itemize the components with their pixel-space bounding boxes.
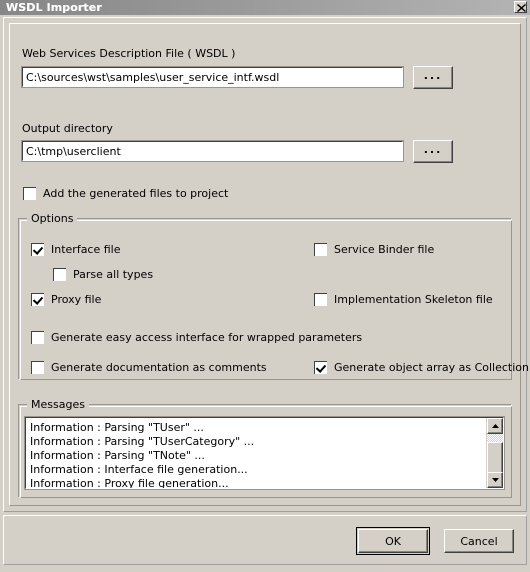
wsdl-browse-button[interactable]: ... <box>413 66 453 89</box>
log-line: Information : Parsing "TUserCategory" ..… <box>30 435 255 448</box>
checkbox-parse-all-types[interactable]: Parse all types <box>52 267 154 282</box>
checkbox-add-to-project[interactable]: Add the generated files to project <box>22 186 229 201</box>
ok-button[interactable]: OK <box>358 529 428 553</box>
output-browse-button[interactable]: ... <box>413 140 453 163</box>
wsdl-file-label: Web Services Description File ( WSDL ) <box>22 47 236 60</box>
checkbox-label: Generate easy access interface for wrapp… <box>51 331 363 344</box>
checkbox-box <box>313 360 328 375</box>
messages-log-lines: Information : Parsing "TUser" ... Inform… <box>30 421 485 489</box>
checkbox-box <box>30 330 45 345</box>
checkbox-box <box>30 292 45 307</box>
close-button[interactable] <box>514 1 527 13</box>
cancel-button[interactable]: Cancel <box>444 529 514 553</box>
scroll-down-arrow-icon <box>491 478 499 482</box>
log-line: Information : Proxy file generation... <box>30 477 229 489</box>
checkbox-box <box>313 242 328 257</box>
checkbox-label: Proxy file <box>51 293 102 306</box>
wsdl-file-input[interactable] <box>21 66 404 88</box>
checkbox-implementation-skeleton-file[interactable]: Implementation Skeleton file <box>313 292 493 307</box>
checkbox-box <box>22 186 37 201</box>
checkbox-service-binder-file[interactable]: Service Binder file <box>313 242 435 257</box>
dialog-button-bar: OK Cancel <box>3 515 527 565</box>
messages-groupbox-legend: Messages <box>27 398 89 411</box>
form-panel: Web Services Description File ( WSDL ) .… <box>9 23 529 506</box>
checkbox-object-array-as-collection[interactable]: Generate object array as Collection <box>313 360 529 375</box>
close-icon <box>517 4 526 12</box>
scrollbar-up-button[interactable] <box>487 418 503 434</box>
log-line: Information : Parsing "TUser" ... <box>30 421 204 434</box>
window-titlebar: WSDL Importer <box>0 0 530 15</box>
checkbox-easy-access-interface[interactable]: Generate easy access interface for wrapp… <box>30 330 363 345</box>
messages-groupbox: Messages Information : Parsing "TUser" .… <box>18 398 512 498</box>
wsdl-importer-window: WSDL Importer Web Services Description F… <box>0 0 530 572</box>
checkbox-proxy-file[interactable]: Proxy file <box>30 292 102 307</box>
checkbox-box <box>30 242 45 257</box>
checkbox-label: Parse all types <box>73 268 154 281</box>
checkbox-label: Generate documentation as comments <box>51 361 267 374</box>
scroll-up-arrow-icon <box>491 424 499 428</box>
ok-button-focus-ring: OK <box>356 527 430 555</box>
options-groupbox-legend: Options <box>27 212 78 225</box>
checkbox-interface-file[interactable]: Interface file <box>30 242 121 257</box>
checkbox-generate-documentation[interactable]: Generate documentation as comments <box>30 360 267 375</box>
messages-scrollbar[interactable] <box>486 418 503 488</box>
titlebar-buttons <box>514 1 527 13</box>
main-panel: Web Services Description File ( WSDL ) .… <box>3 17 529 512</box>
checkbox-label: Interface file <box>51 243 121 256</box>
checkbox-box <box>52 267 67 282</box>
window-title: WSDL Importer <box>6 1 102 14</box>
checkbox-box <box>313 292 328 307</box>
options-groupbox: Options Interface file Parse all types P… <box>18 212 529 380</box>
checkbox-label: Generate object array as Collection <box>334 361 529 374</box>
log-line: Information : Interface file generation.… <box>30 463 248 476</box>
checkbox-label: Add the generated files to project <box>43 187 229 200</box>
output-directory-input[interactable] <box>21 140 404 162</box>
output-directory-label: Output directory <box>22 122 113 135</box>
checkbox-box <box>30 360 45 375</box>
scrollbar-down-button[interactable] <box>487 472 503 488</box>
log-line: Information : Parsing "TNote" ... <box>30 449 205 462</box>
checkbox-label: Implementation Skeleton file <box>334 293 493 306</box>
messages-log[interactable]: Information : Parsing "TUser" ... Inform… <box>24 416 505 490</box>
checkbox-label: Service Binder file <box>334 243 435 256</box>
